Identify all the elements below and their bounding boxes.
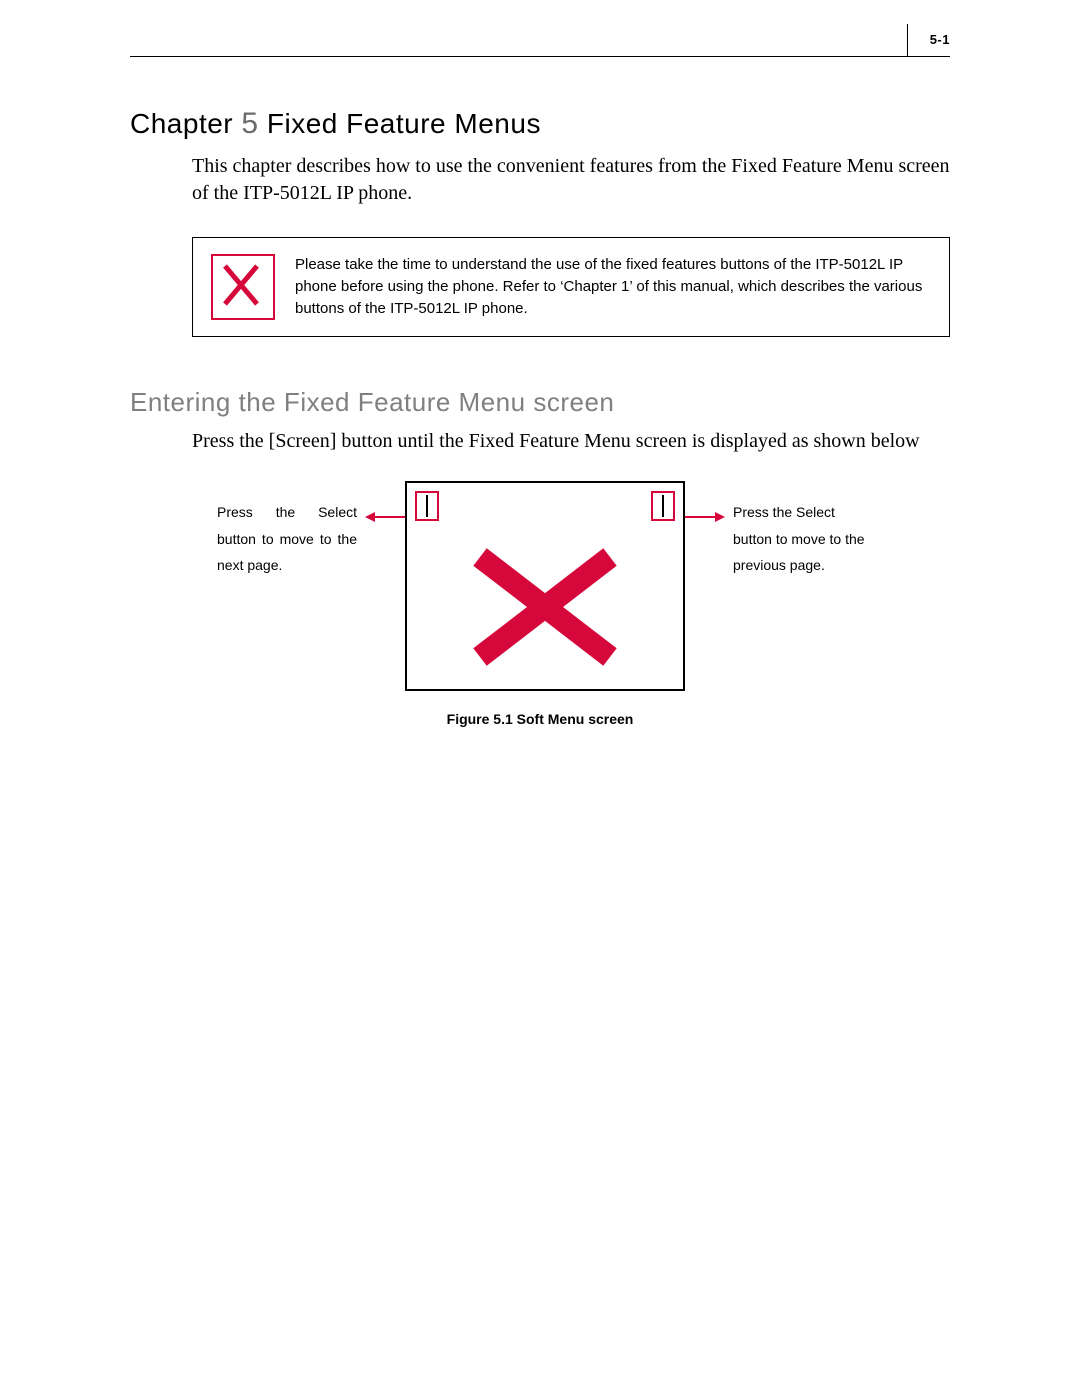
header-rule: 5-1 bbox=[130, 30, 950, 57]
screen-illustration bbox=[405, 481, 685, 691]
figure-caption: Figure 5.1 Soft Menu screen bbox=[130, 711, 950, 727]
callout-box: Please take the time to understand the u… bbox=[192, 237, 950, 337]
callout-text: Please take the time to understand the u… bbox=[295, 254, 931, 319]
left-annotation: Press the Select button to move to the n… bbox=[217, 481, 365, 579]
right-annotation: Press the Select button to move to the p… bbox=[725, 481, 873, 579]
scroll-next-button bbox=[651, 491, 675, 521]
bar-icon bbox=[662, 495, 664, 517]
chapter-label: Chapter bbox=[130, 108, 233, 139]
chapter-number: 5 bbox=[241, 107, 258, 140]
bar-icon bbox=[426, 495, 428, 517]
right-arrow-icon bbox=[685, 481, 725, 525]
placeholder-x-icon bbox=[407, 525, 683, 689]
left-arrow-icon bbox=[365, 481, 405, 525]
chapter-title: Fixed Feature Menus bbox=[267, 108, 541, 139]
chapter-heading: Chapter 5 Fixed Feature Menus bbox=[130, 107, 950, 141]
scroll-prev-button bbox=[415, 491, 439, 521]
chapter-intro: This chapter describes how to use the co… bbox=[192, 153, 950, 207]
section-body: Press the [Screen] button until the Fixe… bbox=[192, 428, 950, 455]
warning-icon bbox=[211, 254, 275, 320]
page: 5-1 Chapter 5 Fixed Feature Menus This c… bbox=[0, 0, 1080, 787]
page-number: 5-1 bbox=[930, 32, 950, 47]
header-divider bbox=[907, 24, 908, 56]
figure-row: Press the Select button to move to the n… bbox=[140, 481, 950, 691]
section-heading: Entering the Fixed Feature Menu screen bbox=[130, 387, 950, 418]
